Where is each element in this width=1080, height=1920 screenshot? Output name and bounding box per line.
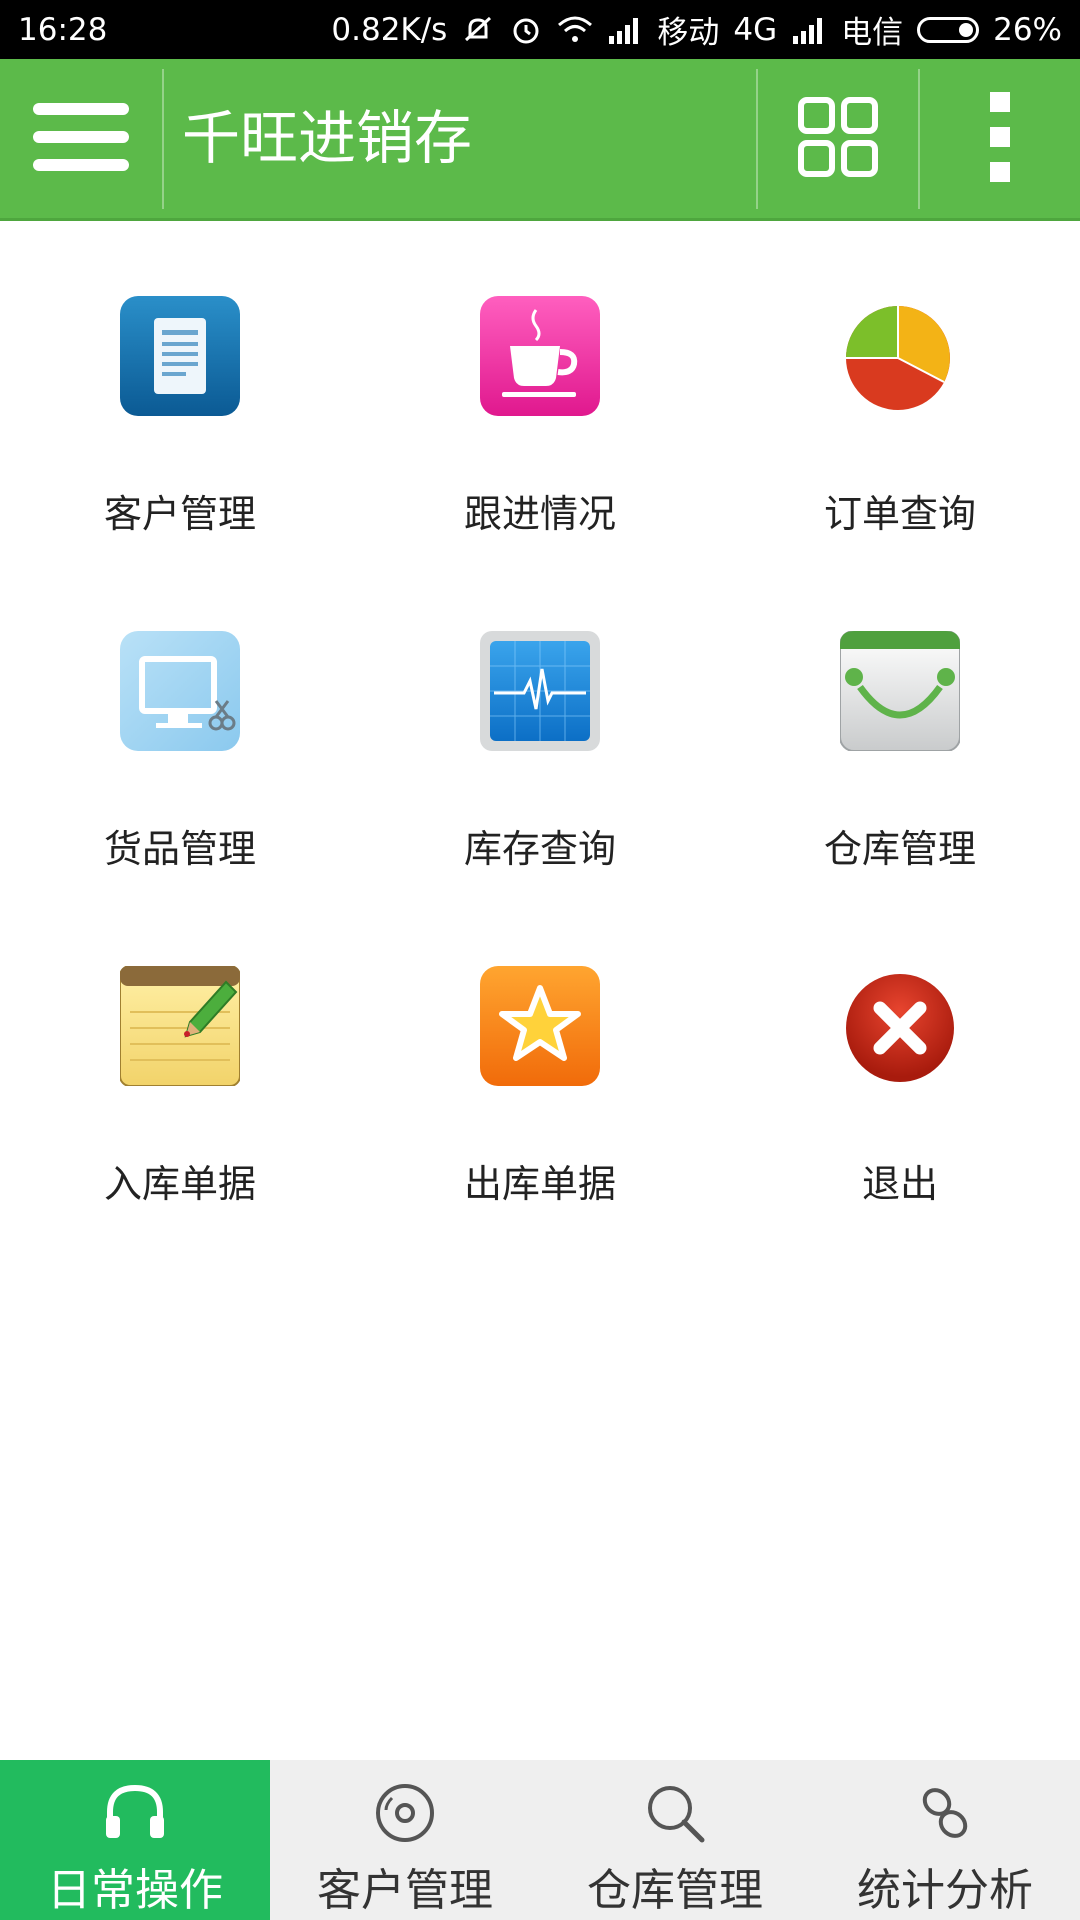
more-vert-icon: [988, 91, 1012, 186]
tab-warehouse-management[interactable]: 仓库管理: [540, 1760, 810, 1920]
tab-label: 统计分析: [857, 1865, 1033, 1916]
menu-item-inbound-documents[interactable]: 入库单据: [0, 891, 360, 1226]
tab-label: 客户管理: [317, 1865, 493, 1916]
notepad-icon: [119, 965, 241, 1087]
menu-item-goods-management[interactable]: 货品管理: [0, 556, 360, 891]
menu-icon: [33, 101, 129, 177]
status-time: 16:28: [18, 11, 108, 48]
mute-bell-icon: [461, 13, 495, 47]
bottom-navigation: 日常操作 客户管理 仓库管理 统计分析: [0, 1760, 1080, 1920]
signal-icon: [791, 16, 827, 44]
app-title: 千旺进销存: [182, 104, 473, 172]
menu-item-label: 客户管理: [103, 492, 256, 536]
menu-item-label: 仓库管理: [823, 827, 976, 871]
grid-icon: [798, 96, 878, 181]
status-bar: 16:28 0.82K/s 移动 4G 电信 26%: [0, 0, 1080, 59]
document-icon: [120, 296, 240, 416]
battery-icon: [917, 16, 980, 43]
tab-statistics-analysis[interactable]: 统计分析: [810, 1760, 1080, 1920]
wifi-icon: [557, 15, 593, 45]
menu-item-label: 退出: [861, 1162, 938, 1206]
coffee-cup-icon: [480, 296, 600, 416]
menu-button[interactable]: [0, 59, 162, 218]
menu-item-label: 库存查询: [463, 827, 616, 871]
network-type: 4G: [733, 11, 778, 48]
smile-icon: [839, 630, 961, 752]
divider: [162, 69, 164, 209]
app-bar: 千旺进销存: [0, 59, 1080, 221]
tab-label: 仓库管理: [587, 1865, 763, 1916]
menu-item-label: 订单查询: [823, 492, 976, 536]
disc-icon: [372, 1780, 438, 1846]
menu-item-label: 出库单据: [463, 1162, 616, 1206]
menu-item-follow-up[interactable]: 跟进情况: [360, 221, 720, 556]
menu-item-order-query[interactable]: 订单查询: [720, 221, 1080, 556]
menu-item-stock-query[interactable]: 库存查询: [360, 556, 720, 891]
alarm-icon: [509, 13, 543, 47]
pie-chart-icon: [840, 296, 960, 416]
star-icon: [480, 966, 600, 1086]
carrier-2: 电信: [841, 15, 904, 51]
carrier-1: 移动: [657, 15, 720, 51]
tab-customer-management[interactable]: 客户管理: [270, 1760, 540, 1920]
link-icon: [912, 1780, 978, 1846]
battery-percent: 26%: [993, 11, 1062, 48]
pulse-monitor-icon: [480, 631, 600, 751]
headphones-icon: [102, 1780, 168, 1846]
menu-item-label: 入库单据: [103, 1162, 256, 1206]
menu-item-label: 货品管理: [103, 827, 256, 871]
more-options-button[interactable]: [920, 59, 1080, 218]
menu-item-exit[interactable]: 退出: [720, 891, 1080, 1226]
tab-label: 日常操作: [47, 1865, 223, 1916]
network-speed: 0.82K/s: [331, 11, 448, 48]
search-icon: [642, 1780, 708, 1846]
menu-item-label: 跟进情况: [463, 492, 616, 536]
menu-item-warehouse-management[interactable]: 仓库管理: [720, 556, 1080, 891]
exit-icon: [840, 966, 960, 1086]
tab-daily-operations[interactable]: 日常操作: [0, 1760, 270, 1920]
status-right: 0.82K/s 移动 4G 电信 26%: [331, 7, 1062, 52]
menu-item-outbound-documents[interactable]: 出库单据: [360, 891, 720, 1226]
grid-view-button[interactable]: [757, 59, 919, 218]
monitor-icon: [120, 631, 240, 751]
signal-icon: [607, 16, 643, 44]
menu-item-customer-management[interactable]: 客户管理: [0, 221, 360, 556]
